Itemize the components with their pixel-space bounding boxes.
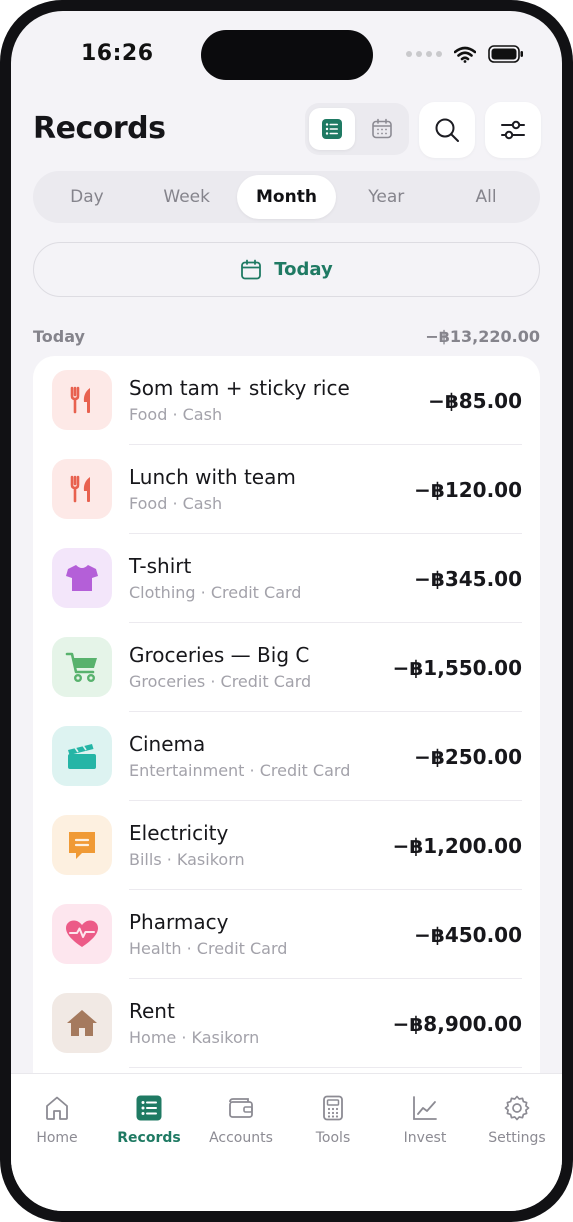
record-subtitle: Groceries · Credit Card [129,672,312,691]
record-title: Rent [129,999,175,1023]
record-amount: −฿450.00 [414,923,522,947]
list-view-button[interactable] [309,108,355,150]
section-total: −฿13,220.00 [425,327,540,346]
category-icon [52,370,112,430]
section-date-label: Today [33,327,85,346]
battery-icon [488,45,523,63]
today-button[interactable]: Today [33,242,540,297]
record-title: Cinema [129,732,206,756]
tab-label: Records [117,1130,181,1146]
record-subtitle: Clothing · Credit Card [129,583,302,602]
category-icon [52,548,112,608]
chart-icon [413,1096,437,1120]
record-row[interactable]: Electricity Bills · Kasikorn −฿1,200.00 [33,801,540,890]
tab-home[interactable]: Home [11,1094,103,1146]
record-amount: −฿250.00 [414,745,522,769]
calculator-icon [323,1095,343,1121]
tab-tools[interactable]: Tools [287,1094,379,1146]
home-icon [46,1096,68,1120]
dynamic-island [201,30,373,80]
records-icon [136,1095,162,1121]
view-toggle [305,103,409,155]
record-title: Electricity [129,821,229,845]
category-icon [52,637,112,697]
filter-button[interactable] [485,102,541,158]
record-row[interactable]: Groceries — Big C Groceries · Credit Car… [33,623,540,712]
category-icon [52,815,112,875]
record-subtitle: Health · Credit Card [129,939,288,958]
today-label: Today [274,259,333,280]
category-icon [52,993,112,1053]
status-icons [406,45,524,63]
record-row[interactable]: T-shirt Clothing · Credit Card −฿345.00 [33,534,540,623]
category-icon [52,726,112,786]
record-row[interactable]: Lunch with team Food · Cash −฿120.00 [33,445,540,534]
clapperboard-icon [68,744,96,769]
record-amount: −฿8,900.00 [392,1012,522,1036]
record-subtitle: Entertainment · Credit Card [129,761,351,780]
record-subtitle: Food · Cash [129,405,223,424]
record-amount: −฿120.00 [414,478,522,502]
tab-label: Accounts [209,1130,273,1146]
tab-label: Settings [488,1130,546,1146]
calendar-view-button[interactable] [359,108,405,150]
list-icon [322,119,342,139]
tshirt-icon [66,565,98,591]
tab-accounts[interactable]: Accounts [195,1094,287,1146]
status-time: 16:26 [81,41,154,66]
record-amount: −฿345.00 [414,567,522,591]
row-divider [129,1067,522,1068]
record-row[interactable]: Cinema Entertainment · Credit Card −฿250… [33,712,540,801]
record-title: Pharmacy [129,910,229,934]
receipt-icon [69,832,95,859]
record-row[interactable]: Rent Home · Kasikorn −฿8,900.00 [33,979,540,1068]
fork-knife-icon [70,475,90,503]
period-selector: Day Week Month Year All [33,171,540,223]
page-title: Records [33,111,166,146]
gear-icon [504,1095,530,1121]
tab-settings[interactable]: Settings [471,1094,562,1146]
phone-frame: 16:26 Records Day Week Month Year All To… [0,0,573,1222]
sliders-icon [501,120,525,140]
search-button[interactable] [419,102,475,158]
record-amount: −฿1,550.00 [392,656,522,680]
tab-label: Home [36,1130,78,1146]
period-tab-year[interactable]: Year [336,175,436,219]
record-title: Lunch with team [129,465,296,489]
tab-label: Invest [403,1130,447,1146]
period-tab-month[interactable]: Month [236,175,337,219]
fork-knife-icon [70,386,90,414]
period-tab-week[interactable]: Week [137,175,237,219]
tab-invest[interactable]: Invest [379,1094,471,1146]
record-amount: −฿1,200.00 [392,834,522,858]
period-tab-all[interactable]: All [436,175,536,219]
tab-records[interactable]: Records [103,1094,195,1146]
search-icon [435,118,459,142]
category-icon [52,459,112,519]
record-subtitle: Home · Kasikorn [129,1028,260,1047]
tab-bar: Home Records Accounts Tools Invest Setti… [11,1073,562,1211]
house-icon [67,1010,97,1036]
wifi-icon [454,46,476,63]
cart-icon [65,652,97,683]
calendar-icon [372,118,392,139]
records-list: Som tam + sticky rice Food · Cash −฿85.0… [33,356,540,1156]
period-tab-day[interactable]: Day [37,175,137,219]
record-row[interactable]: Pharmacy Health · Credit Card −฿450.00 [33,890,540,979]
record-title: Som tam + sticky rice [129,376,350,400]
cellular-signal-icon [406,51,442,57]
record-title: Groceries — Big C [129,643,310,667]
tab-label: Tools [315,1130,351,1146]
record-subtitle: Food · Cash [129,494,223,513]
record-subtitle: Bills · Kasikorn [129,850,245,869]
record-row[interactable]: Som tam + sticky rice Food · Cash −฿85.0… [33,356,540,445]
wallet-icon [229,1098,253,1118]
calendar-icon [241,259,262,279]
record-title: T-shirt [129,554,192,578]
category-icon [52,904,112,964]
heart-pulse-icon [66,920,98,947]
screen: 16:26 Records Day Week Month Year All To… [11,11,562,1211]
record-amount: −฿85.00 [428,389,522,413]
